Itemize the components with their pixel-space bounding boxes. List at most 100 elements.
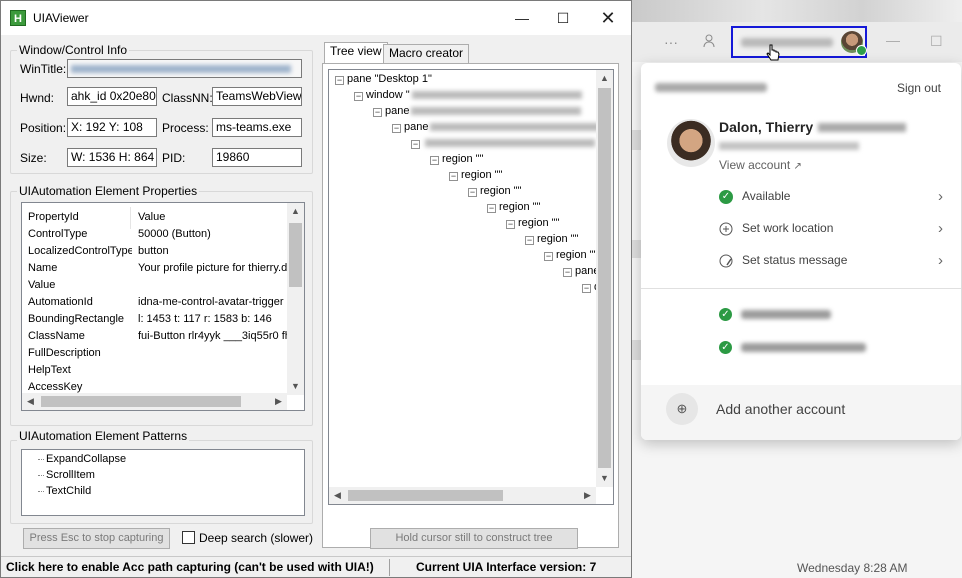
view-account-link[interactable]: View account ↗ xyxy=(719,158,802,172)
scroll-down-icon[interactable]: ▼ xyxy=(287,378,304,395)
window-title-bar[interactable]: H UIAViewer — ☐ ✕ xyxy=(1,1,631,35)
status-available[interactable]: ✓ Available › xyxy=(719,188,949,208)
wintitle-field[interactable] xyxy=(67,59,302,78)
check-circle-icon: ✓ xyxy=(719,190,733,204)
property-value: fui-Button rlr4yyk ___3iq55r0 fhc xyxy=(138,330,288,342)
collapse-icon[interactable]: − xyxy=(373,108,382,117)
tree-node-text: pane xyxy=(385,105,582,117)
property-row[interactable]: BoundingRectangle l: 1453 t: 117 r: 1583 … xyxy=(28,313,288,330)
stop-capturing-button[interactable]: Press Esc to stop capturing xyxy=(23,528,170,549)
property-id: ClassName xyxy=(28,330,85,342)
horizontal-scrollbar[interactable]: ◀ ▶ xyxy=(22,393,287,410)
people-icon[interactable] xyxy=(702,33,718,52)
scroll-down-icon[interactable]: ▼ xyxy=(596,470,613,487)
scroll-left-icon[interactable]: ◀ xyxy=(329,487,346,504)
tab-macro-creator[interactable]: Macro creator xyxy=(383,44,470,63)
collapse-icon[interactable]: − xyxy=(354,92,363,101)
scroll-up-icon[interactable]: ▲ xyxy=(596,70,613,87)
collapse-icon[interactable]: − xyxy=(487,204,496,213)
other-account-1[interactable]: ✓ xyxy=(719,306,919,324)
scroll-right-icon[interactable]: ▶ xyxy=(270,393,287,410)
collapse-icon[interactable]: − xyxy=(335,76,344,85)
deep-search-checkbox[interactable] xyxy=(182,531,195,544)
collapse-icon[interactable]: − xyxy=(449,172,458,181)
sign-out-link[interactable]: Sign out xyxy=(897,81,941,95)
property-row[interactable]: ControlType 50000 (Button) xyxy=(28,228,288,245)
hwnd-field[interactable]: ahk_id 0x20e80 xyxy=(67,87,157,106)
process-field[interactable]: ms-teams.exe xyxy=(212,118,302,137)
construct-tree-button[interactable]: Hold cursor still to construct tree xyxy=(370,528,578,549)
status-set-work-location[interactable]: Set work location › xyxy=(719,220,949,240)
position-field[interactable]: X: 192 Y: 108 xyxy=(67,118,157,137)
scroll-thumb[interactable] xyxy=(348,490,503,501)
tenant-name-redacted xyxy=(741,38,833,47)
collapse-icon[interactable]: − xyxy=(544,252,553,261)
teams-background-image xyxy=(630,0,962,22)
acc-path-capture-toggle[interactable]: Click here to enable Acc path capturing … xyxy=(6,560,374,574)
property-value: 50000 (Button) xyxy=(138,228,211,240)
maximize-icon[interactable]: ☐ xyxy=(930,33,943,50)
vertical-scrollbar[interactable]: ▲ ▼ xyxy=(596,70,613,487)
scroll-thumb[interactable] xyxy=(41,396,241,407)
tab-tree-view[interactable]: Tree view xyxy=(324,42,388,64)
redacted-text xyxy=(425,139,595,148)
scroll-up-icon[interactable]: ▲ xyxy=(287,203,304,220)
collapse-icon[interactable]: − xyxy=(525,236,534,245)
pattern-item[interactable]: TextChild xyxy=(37,485,91,497)
collapse-icon[interactable]: − xyxy=(506,220,515,229)
pid-field[interactable]: 19860 xyxy=(212,148,302,167)
tree-node-label: region "" xyxy=(461,169,503,181)
scroll-right-icon[interactable]: ▶ xyxy=(579,487,596,504)
collapse-icon[interactable]: − xyxy=(430,156,439,165)
classnn-field[interactable]: TeamsWebView xyxy=(212,87,302,106)
tree-node-label: pane xyxy=(404,121,429,133)
horizontal-scrollbar[interactable]: ◀ ▶ xyxy=(329,487,596,504)
pattern-item[interactable]: ScrollItem xyxy=(38,469,95,481)
property-id: FullDescription xyxy=(28,347,101,359)
collapse-icon[interactable]: − xyxy=(563,268,572,277)
minimize-icon[interactable]: — xyxy=(886,32,900,48)
window-title: UIAViewer xyxy=(33,11,89,25)
profile-avatar-button[interactable] xyxy=(731,26,867,58)
collapse-icon[interactable]: − xyxy=(392,124,401,133)
vertical-scrollbar[interactable]: ▲ ▼ xyxy=(287,203,304,395)
edit-message-icon xyxy=(719,254,733,268)
property-row[interactable]: HelpText xyxy=(28,364,288,381)
group-title: UIAutomation Element Patterns xyxy=(17,429,190,443)
size-field[interactable]: W: 1536 H: 864 xyxy=(67,148,157,167)
more-options-icon[interactable]: ··· xyxy=(664,34,678,50)
collapse-icon[interactable]: − xyxy=(468,188,477,197)
add-another-account-button[interactable]: ⊕ Add another account xyxy=(641,385,961,440)
minimize-button[interactable]: — xyxy=(502,5,542,31)
chevron-right-icon: › xyxy=(938,188,943,205)
property-row[interactable]: AutomationId idna-me-control-avatar-trigg… xyxy=(28,296,288,313)
tree-node-label: region "" xyxy=(499,201,541,213)
scroll-left-icon[interactable]: ◀ xyxy=(22,393,39,410)
properties-list[interactable]: PropertyId Value ControlType 50000 (Butto… xyxy=(21,202,305,411)
property-value: idna-me-control-avatar-trigger xyxy=(138,296,284,308)
deep-search-label: Deep search (slower) xyxy=(199,531,314,545)
property-row[interactable]: ClassName fui-Button rlr4yyk ___3iq55r0 f… xyxy=(28,330,288,347)
scroll-thumb[interactable] xyxy=(289,223,302,287)
patterns-list[interactable]: ExpandCollapse ScrollItem TextChild xyxy=(21,449,305,516)
maximize-button[interactable]: ☐ xyxy=(543,5,583,31)
property-row[interactable]: FullDescription xyxy=(28,347,288,364)
property-id: Value xyxy=(28,279,56,291)
collapse-icon[interactable]: − xyxy=(582,284,591,293)
property-row[interactable]: Name Your profile picture for thierry.da xyxy=(28,262,288,279)
element-tree[interactable]: − pane "Desktop 1" − window " − pane − pane − − re… xyxy=(328,69,614,505)
status-divider xyxy=(389,559,390,576)
column-header-propertyid[interactable]: PropertyId xyxy=(28,211,132,223)
column-header-value[interactable]: Value xyxy=(138,211,288,223)
property-row[interactable]: LocalizedControlType button xyxy=(28,245,288,262)
external-link-icon: ↗ xyxy=(793,161,802,172)
pattern-item[interactable]: ExpandCollapse xyxy=(37,453,126,465)
status-set-message[interactable]: Set status message › xyxy=(719,252,949,272)
property-row[interactable]: Value xyxy=(28,279,288,296)
other-account-2[interactable]: ✓ xyxy=(719,339,919,357)
scroll-thumb[interactable] xyxy=(598,88,611,468)
property-value: l: 1453 t: 117 r: 1583 b: 146 xyxy=(138,313,272,325)
close-button[interactable]: ✕ xyxy=(588,5,628,31)
redacted-text xyxy=(411,107,582,116)
collapse-icon[interactable]: − xyxy=(411,140,420,149)
